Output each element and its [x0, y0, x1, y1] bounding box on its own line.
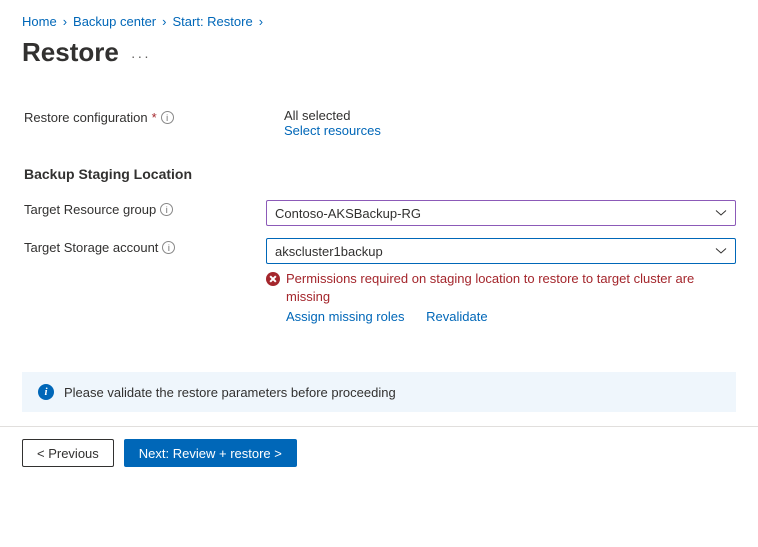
chevron-right-icon: ›	[63, 14, 67, 29]
assign-missing-roles-link[interactable]: Assign missing roles	[286, 309, 405, 324]
chevron-down-icon	[715, 207, 727, 219]
wizard-footer: < Previous Next: Review + restore >	[0, 426, 758, 479]
validate-banner: i Please validate the restore parameters…	[22, 372, 736, 412]
target-rg-select[interactable]: Contoso-AKSBackup-RG	[266, 200, 736, 226]
next-button[interactable]: Next: Review + restore >	[124, 439, 297, 467]
backup-staging-heading: Backup Staging Location	[24, 166, 736, 182]
target-sa-error: Permissions required on staging location…	[286, 270, 736, 305]
more-actions-button[interactable]: ···	[131, 43, 151, 63]
restore-config-value: All selected	[284, 108, 736, 123]
breadcrumb-start-restore[interactable]: Start: Restore	[172, 14, 252, 29]
validate-banner-text: Please validate the restore parameters b…	[64, 385, 396, 400]
breadcrumb: Home › Backup center › Start: Restore ›	[22, 14, 736, 29]
chevron-right-icon: ›	[162, 14, 166, 29]
page-title: Restore	[22, 37, 119, 68]
breadcrumb-backup-center[interactable]: Backup center	[73, 14, 156, 29]
revalidate-link[interactable]: Revalidate	[426, 309, 487, 324]
info-icon[interactable]: i	[161, 111, 174, 124]
target-rg-value: Contoso-AKSBackup-RG	[275, 206, 421, 221]
info-icon: i	[38, 384, 54, 400]
restore-config-label: Restore configuration	[24, 110, 148, 125]
select-resources-link[interactable]: Select resources	[284, 123, 381, 138]
info-icon[interactable]: i	[160, 203, 173, 216]
target-rg-label: Target Resource group	[24, 202, 156, 217]
chevron-right-icon: ›	[259, 14, 263, 29]
info-icon[interactable]: i	[162, 241, 175, 254]
previous-button[interactable]: < Previous	[22, 439, 114, 467]
required-indicator: *	[152, 110, 157, 125]
target-sa-select[interactable]: akscluster1backup	[266, 238, 736, 264]
chevron-down-icon	[715, 245, 727, 257]
target-sa-value: akscluster1backup	[275, 244, 383, 259]
breadcrumb-home[interactable]: Home	[22, 14, 57, 29]
error-icon	[266, 272, 280, 286]
target-sa-label: Target Storage account	[24, 240, 158, 255]
